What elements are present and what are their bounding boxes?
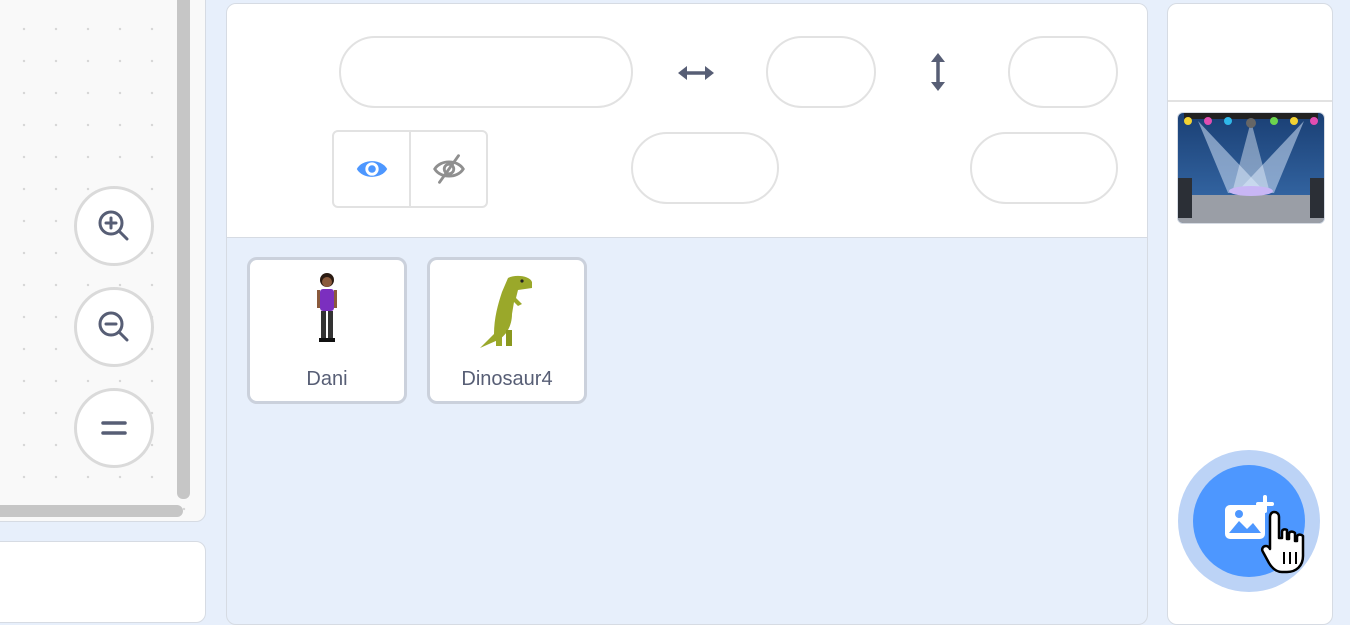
direction-field[interactable] [970, 132, 1120, 204]
zoom-in-button[interactable] [74, 186, 154, 266]
sprite-thumbnail [430, 270, 584, 350]
vertical-arrow-icon [931, 53, 945, 91]
sprite-name-input[interactable] [341, 38, 635, 108]
dinosaur-sprite-image [480, 275, 532, 348]
zoom-reset-button[interactable] [74, 388, 154, 468]
show-sprite-button[interactable] [334, 132, 409, 206]
sprite-tile-dani[interactable]: Dani [247, 257, 407, 404]
size-field[interactable] [631, 132, 781, 204]
y-position-input[interactable] [1010, 38, 1120, 108]
stage-backdrop-thumbnail[interactable] [1177, 112, 1325, 224]
eye-slash-icon [432, 154, 465, 184]
zoom-out-icon [98, 311, 129, 342]
size-input[interactable] [633, 134, 781, 204]
hand-pointer-icon [1260, 510, 1305, 574]
dani-sprite-image [317, 273, 337, 342]
bottom-left-panel [0, 541, 206, 623]
sprite-pane: Dani Dinosaur4 [226, 3, 1148, 625]
direction-input[interactable] [972, 134, 1120, 204]
y-position-field[interactable] [1008, 36, 1120, 108]
visibility-toggle-group [332, 130, 488, 208]
x-position-field[interactable] [766, 36, 878, 108]
equals-icon [101, 421, 127, 435]
zoom-in-icon [98, 210, 129, 241]
stage-header [1168, 4, 1332, 102]
sprite-name-label: Dani [306, 368, 348, 390]
spotlight-stage-image [1178, 113, 1324, 223]
horizontal-arrow-icon [678, 66, 714, 80]
x-position-input[interactable] [768, 38, 878, 108]
eye-icon [356, 161, 387, 177]
sprite-name-label: Dinosaur4 [461, 368, 553, 390]
sprite-thumbnail [250, 270, 404, 350]
code-vertical-scrollbar[interactable] [177, 0, 190, 499]
sprite-name-field[interactable] [339, 36, 635, 108]
code-horizontal-scrollbar[interactable] [0, 505, 183, 517]
hide-sprite-button[interactable] [409, 132, 486, 206]
sprite-tile-dinosaur4[interactable]: Dinosaur4 [427, 257, 587, 404]
zoom-out-button[interactable] [74, 287, 154, 367]
sprite-info-panel [227, 4, 1147, 238]
